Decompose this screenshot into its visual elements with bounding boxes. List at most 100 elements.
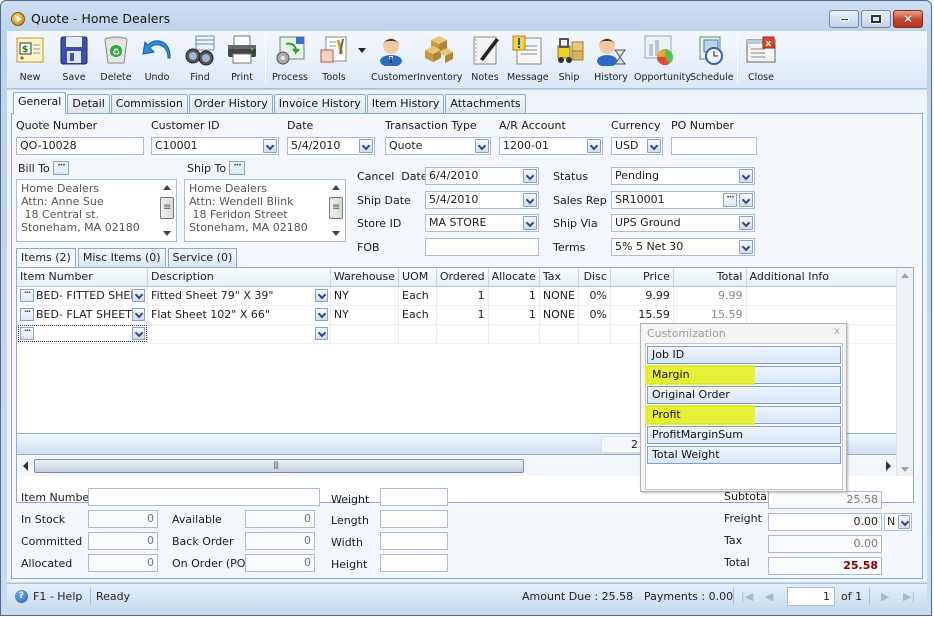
scroll-down-icon[interactable] xyxy=(901,467,909,472)
tab-attachments[interactable]: Attachments xyxy=(445,94,526,114)
help-icon[interactable]: ? xyxy=(15,590,28,603)
description-cell[interactable]: Flat Sheet 102" X 66" xyxy=(147,305,331,325)
price-cell[interactable]: 15.59 xyxy=(610,305,674,325)
history-button[interactable]: History xyxy=(594,34,628,88)
customer-button[interactable]: Customer xyxy=(371,34,417,88)
transaction-type-select[interactable]: Quote xyxy=(385,137,491,155)
item-number-cell[interactable]: ··· BED- FITTED SHEET xyxy=(17,286,149,306)
item-lookup-button[interactable]: ··· xyxy=(20,289,34,303)
close-window-button[interactable]: ✕ xyxy=(893,10,923,28)
bill-to-address[interactable]: Home Dealers Attn: Anne Sue 18 Central s… xyxy=(16,179,177,242)
item-lookup-button[interactable]: ··· xyxy=(20,327,34,341)
table-row[interactable]: ··· BED- FITTED SHEET Fitted Sheet 79" X … xyxy=(17,286,914,306)
page-number-input[interactable]: 1 xyxy=(787,587,835,606)
description-cell[interactable]: Fitted Sheet 79" X 39" xyxy=(147,286,331,306)
item-lookup-button[interactable]: ··· xyxy=(20,308,34,322)
maximize-button[interactable] xyxy=(861,10,891,28)
tab-invoice-history[interactable]: Invoice History xyxy=(273,94,366,114)
col-item-number[interactable]: Item Number xyxy=(17,268,149,287)
next-page-button[interactable]: ▶ xyxy=(881,590,889,603)
scroll-left-icon[interactable] xyxy=(23,461,28,471)
customer-id-select[interactable]: C10001 xyxy=(151,137,279,155)
warehouse-cell[interactable]: NY xyxy=(330,286,400,306)
ordered-cell[interactable]: 1 xyxy=(436,286,489,306)
chevron-down-icon[interactable] xyxy=(523,193,537,207)
uom-cell[interactable]: Each xyxy=(398,305,437,325)
delete-button[interactable]: ♻ Delete xyxy=(99,34,133,88)
undo-button[interactable]: Undo xyxy=(140,34,174,88)
scroll-thumb[interactable] xyxy=(34,459,524,473)
col-description[interactable]: Description xyxy=(147,268,331,287)
subtab-service[interactable]: Service (0) xyxy=(167,248,238,267)
chevron-down-icon[interactable] xyxy=(898,515,910,529)
cancel-date-picker[interactable]: 6/4/2010 xyxy=(425,167,539,185)
customization-item-profit[interactable]: Profit xyxy=(645,405,841,425)
ship-to-address[interactable]: Home Dealers Attn: Wendell Blink 18 Feri… xyxy=(184,179,346,242)
ar-account-select[interactable]: 1200-01 xyxy=(499,137,603,155)
subtab-misc-items[interactable]: Misc Items (0) xyxy=(77,248,166,267)
tools-dropdown-arrow[interactable] xyxy=(358,48,366,53)
chevron-down-icon[interactable] xyxy=(647,139,661,153)
chevron-down-icon[interactable] xyxy=(314,307,328,321)
help-text[interactable]: F1 - Help xyxy=(33,590,82,603)
customization-item-original-order[interactable]: Original Order xyxy=(647,386,841,404)
minimize-button[interactable] xyxy=(829,10,859,28)
process-button[interactable]: Process xyxy=(271,34,309,88)
sales-rep-select[interactable]: SR10001 ··· xyxy=(611,191,755,209)
chevron-down-icon[interactable] xyxy=(587,139,601,153)
inventory-button[interactable]: Inventory xyxy=(417,34,462,88)
message-button[interactable]: Message xyxy=(507,34,549,88)
tab-item-history[interactable]: Item History xyxy=(366,94,445,114)
col-allocate[interactable]: Allocate xyxy=(488,268,540,287)
ship-to-scrollbar[interactable] xyxy=(329,182,343,239)
tools-button[interactable]: Tools xyxy=(317,34,351,88)
bill-to-lookup-button[interactable]: ··· xyxy=(53,161,69,175)
tab-general[interactable]: General xyxy=(13,92,67,114)
store-id-select[interactable]: MA STORE xyxy=(425,214,539,232)
chevron-down-icon[interactable] xyxy=(739,240,753,254)
ship-to-lookup-button[interactable]: ··· xyxy=(229,161,245,175)
tax-cell[interactable]: NONE xyxy=(539,305,579,325)
chevron-down-icon[interactable] xyxy=(475,139,489,153)
additional-info-cell[interactable] xyxy=(746,305,900,325)
currency-select[interactable]: USD xyxy=(611,137,663,155)
ship-date-picker[interactable]: 5/4/2010 xyxy=(425,191,539,209)
freight-field[interactable]: 0.00 xyxy=(768,513,882,531)
chevron-down-icon[interactable] xyxy=(739,193,753,207)
chevron-down-icon[interactable] xyxy=(314,326,328,340)
popup-close-icon[interactable]: x xyxy=(834,326,840,337)
po-number-field[interactable] xyxy=(671,137,757,155)
chevron-down-icon[interactable] xyxy=(263,139,277,153)
allocate-cell[interactable]: 1 xyxy=(488,286,540,306)
customization-item-profit-margin-sum[interactable]: ProfitMarginSum xyxy=(647,426,841,444)
table-row[interactable]: ··· BED- FLAT SHEET Flat Sheet 102" X 66"… xyxy=(17,305,914,325)
chevron-down-icon[interactable] xyxy=(359,139,373,153)
sales-rep-lookup-button[interactable]: ··· xyxy=(723,193,737,207)
warehouse-cell[interactable]: NY xyxy=(330,305,400,325)
ship-button[interactable]: Ship xyxy=(554,34,584,88)
ship-via-select[interactable]: UPS Ground xyxy=(611,214,755,232)
additional-info-cell[interactable] xyxy=(746,286,900,306)
chevron-down-icon[interactable] xyxy=(132,326,146,340)
col-uom[interactable]: UOM xyxy=(398,268,437,287)
terms-select[interactable]: 5% 5 Net 30 xyxy=(611,238,755,256)
quote-number-field[interactable]: QO-10028 xyxy=(16,137,144,155)
chevron-down-icon[interactable] xyxy=(314,288,328,302)
scroll-up-icon[interactable] xyxy=(901,273,909,278)
uom-cell[interactable]: Each xyxy=(398,286,437,306)
scroll-right-icon[interactable] xyxy=(886,461,891,471)
tab-order-history[interactable]: Order History xyxy=(188,94,273,114)
chevron-down-icon[interactable] xyxy=(132,307,146,321)
vertical-scrollbar[interactable] xyxy=(896,268,913,476)
col-total[interactable]: Total xyxy=(673,268,747,287)
fob-field[interactable] xyxy=(425,238,539,256)
first-page-button[interactable]: |◀ xyxy=(741,590,753,603)
chevron-down-icon[interactable] xyxy=(523,216,537,230)
col-disc[interactable]: Disc xyxy=(578,268,611,287)
bill-to-scrollbar[interactable] xyxy=(160,182,174,239)
col-additional-info[interactable]: Additional Info xyxy=(746,268,900,287)
tax-cell[interactable]: NONE xyxy=(539,286,579,306)
new-item-number-cell[interactable]: ··· xyxy=(17,324,149,344)
last-page-button[interactable]: ▶| xyxy=(903,590,915,603)
previous-page-button[interactable]: ◀ xyxy=(765,590,773,603)
